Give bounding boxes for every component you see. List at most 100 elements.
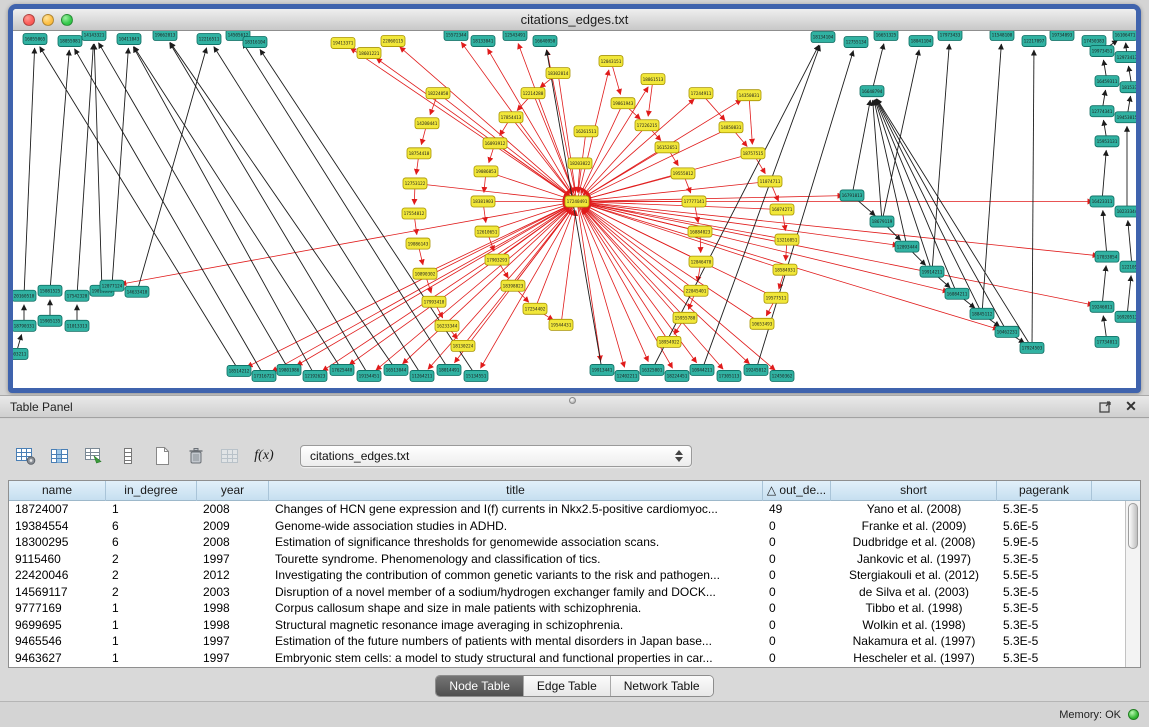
cell-pagerank[interactable]: 5.3E-5: [997, 551, 1092, 568]
cell-name[interactable]: 9115460: [9, 551, 106, 568]
cell-title[interactable]: Structural magnetic resonance image aver…: [269, 617, 763, 634]
edit-table-icon[interactable]: [82, 445, 106, 467]
graph-node[interactable]: 14850831: [719, 122, 743, 133]
graph-node[interactable]: 12450362: [770, 370, 794, 381]
graph-edge[interactable]: [700, 235, 701, 252]
graph-edge[interactable]: [112, 48, 128, 282]
graph-edge[interactable]: [1103, 90, 1106, 108]
graph-node[interactable]: 12217097: [1022, 36, 1046, 47]
graph-node[interactable]: 16106471: [1113, 31, 1136, 41]
graph-edge[interactable]: [1103, 60, 1106, 78]
cell-short[interactable]: Stergiakouli et al. (2012): [831, 567, 997, 584]
cell-pagerank[interactable]: 5.3E-5: [997, 584, 1092, 601]
network-canvas[interactable]: 1724049118302014122142801785441316093912…: [13, 31, 1136, 387]
graph-node[interactable]: 17240491: [565, 196, 589, 207]
graph-edge[interactable]: [581, 202, 898, 245]
cell-name[interactable]: 9777169: [9, 600, 106, 617]
table-row[interactable]: 911546021997Tourette syndrome. Phenomeno…: [9, 551, 1125, 568]
graph-node[interactable]: 19913441: [590, 364, 614, 375]
cell-title[interactable]: Estimation of significance thresholds fo…: [269, 534, 763, 551]
graph-edge[interactable]: [783, 213, 786, 231]
graph-node[interactable]: 17734011: [1095, 336, 1119, 347]
graph-node[interactable]: 12402211: [615, 370, 639, 381]
cell-short[interactable]: Franke et al. (2009): [831, 518, 997, 535]
graph-edge[interactable]: [585, 206, 759, 321]
cell-year[interactable]: 2008: [197, 501, 269, 518]
graph-edge[interactable]: [535, 97, 574, 193]
graph-node[interactable]: 14633410: [125, 286, 149, 297]
graph-node[interactable]: 15572344: [444, 31, 468, 41]
graph-edge[interactable]: [214, 47, 420, 373]
graph-node[interactable]: 18302014: [546, 68, 570, 79]
graph-node[interactable]: 12755134: [844, 37, 868, 48]
graph-edge[interactable]: [350, 48, 573, 199]
cell-pagerank[interactable]: 5.9E-5: [997, 534, 1092, 551]
cell-out_de[interactable]: 0: [763, 633, 831, 650]
cell-pagerank[interactable]: 5.6E-5: [997, 518, 1092, 535]
graph-node[interactable]: 16459311: [1095, 76, 1119, 87]
graph-node[interactable]: 11548108: [990, 31, 1014, 41]
column-header-year[interactable]: year: [197, 481, 269, 501]
graph-node[interactable]: 12093444: [895, 241, 919, 252]
graph-edge[interactable]: [853, 100, 871, 191]
cell-name[interactable]: 9465546: [9, 633, 106, 650]
column-header-in_degree[interactable]: in_degree: [106, 481, 197, 501]
cell-title[interactable]: Investigating the contribution of common…: [269, 567, 763, 584]
graph-edge[interactable]: [1103, 210, 1107, 252]
graph-edge[interactable]: [40, 47, 237, 368]
graph-node[interactable]: 17244911: [689, 88, 713, 99]
cell-title[interactable]: Genome-wide association studies in ADHD.: [269, 518, 763, 535]
graph-node[interactable]: 16648794: [860, 86, 884, 97]
graph-node[interactable]: 18130224: [451, 340, 475, 351]
graph-edge[interactable]: [297, 204, 574, 366]
cell-title[interactable]: Disruption of a novel member of a sodium…: [269, 584, 763, 601]
cell-title[interactable]: Embryonic stem cells: a model to study s…: [269, 650, 763, 667]
cell-in_degree[interactable]: 1: [106, 501, 197, 518]
cell-pagerank[interactable]: 5.3E-5: [997, 650, 1092, 667]
graph-edge[interactable]: [932, 44, 949, 268]
tab-network-table[interactable]: Network Table: [610, 676, 713, 696]
cell-short[interactable]: Yano et al. (2008): [831, 501, 997, 518]
table-row[interactable]: 969969511998Structural magnetic resonanc…: [9, 617, 1125, 634]
cell-in_degree[interactable]: 1: [106, 633, 197, 650]
graph-node[interactable]: 16261511: [574, 126, 598, 137]
graph-node[interactable]: 18014491: [437, 364, 461, 375]
select-columns-icon[interactable]: [48, 445, 72, 467]
minimize-window-button[interactable]: [42, 14, 54, 26]
column-header-title[interactable]: title: [269, 481, 763, 501]
graph-node[interactable]: 12774341: [1090, 106, 1114, 117]
graph-node[interactable]: 10462231: [995, 326, 1019, 337]
column-header-out_de[interactable]: △ out_de...: [763, 481, 831, 501]
graph-node[interactable]: 10890302: [413, 268, 437, 279]
graph-node[interactable]: 14143321: [82, 31, 106, 41]
cell-title[interactable]: Corpus callosum shape and size in male p…: [269, 600, 763, 617]
cell-in_degree[interactable]: 1: [106, 600, 197, 617]
graph-node[interactable]: 16084211: [945, 288, 969, 299]
graph-node[interactable]: 17554012: [402, 208, 426, 219]
graph-node[interactable]: 14350831: [737, 90, 761, 101]
graph-node[interactable]: 17854413: [499, 112, 523, 123]
graph-node[interactable]: 18055981: [58, 36, 82, 47]
graph-edge[interactable]: [272, 203, 574, 371]
table-row[interactable]: 977716911998Corpus callosum shape and si…: [9, 600, 1125, 617]
cell-out_de[interactable]: 0: [763, 600, 831, 617]
cell-name[interactable]: 19384554: [9, 518, 106, 535]
graph-node[interactable]: 12753122: [403, 178, 427, 189]
cell-short[interactable]: Wolkin et al. (1998): [831, 617, 997, 634]
graph-edge[interactable]: [1128, 66, 1131, 84]
graph-edge[interactable]: [982, 44, 1001, 310]
cell-name[interactable]: 22420046: [9, 567, 106, 584]
graph-node[interactable]: 22045401: [684, 285, 708, 296]
graph-edge[interactable]: [491, 204, 569, 230]
graph-node[interactable]: 18845112: [970, 308, 994, 319]
graph-node[interactable]: 18790331: [13, 320, 36, 331]
graph-node[interactable]: 18514212: [227, 365, 251, 376]
cell-short[interactable]: Hescheler et al. (1997): [831, 650, 997, 667]
graph-node[interactable]: 12214280: [521, 88, 545, 99]
graph-node[interactable]: 19577511: [764, 292, 788, 303]
graph-edge[interactable]: [581, 202, 1098, 256]
graph-node[interactable]: 15134551: [464, 370, 488, 381]
graph-node[interactable]: 17625440: [330, 364, 354, 375]
graph-node[interactable]: 19914211: [920, 266, 944, 277]
graph-node[interactable]: 11074711: [758, 176, 782, 187]
